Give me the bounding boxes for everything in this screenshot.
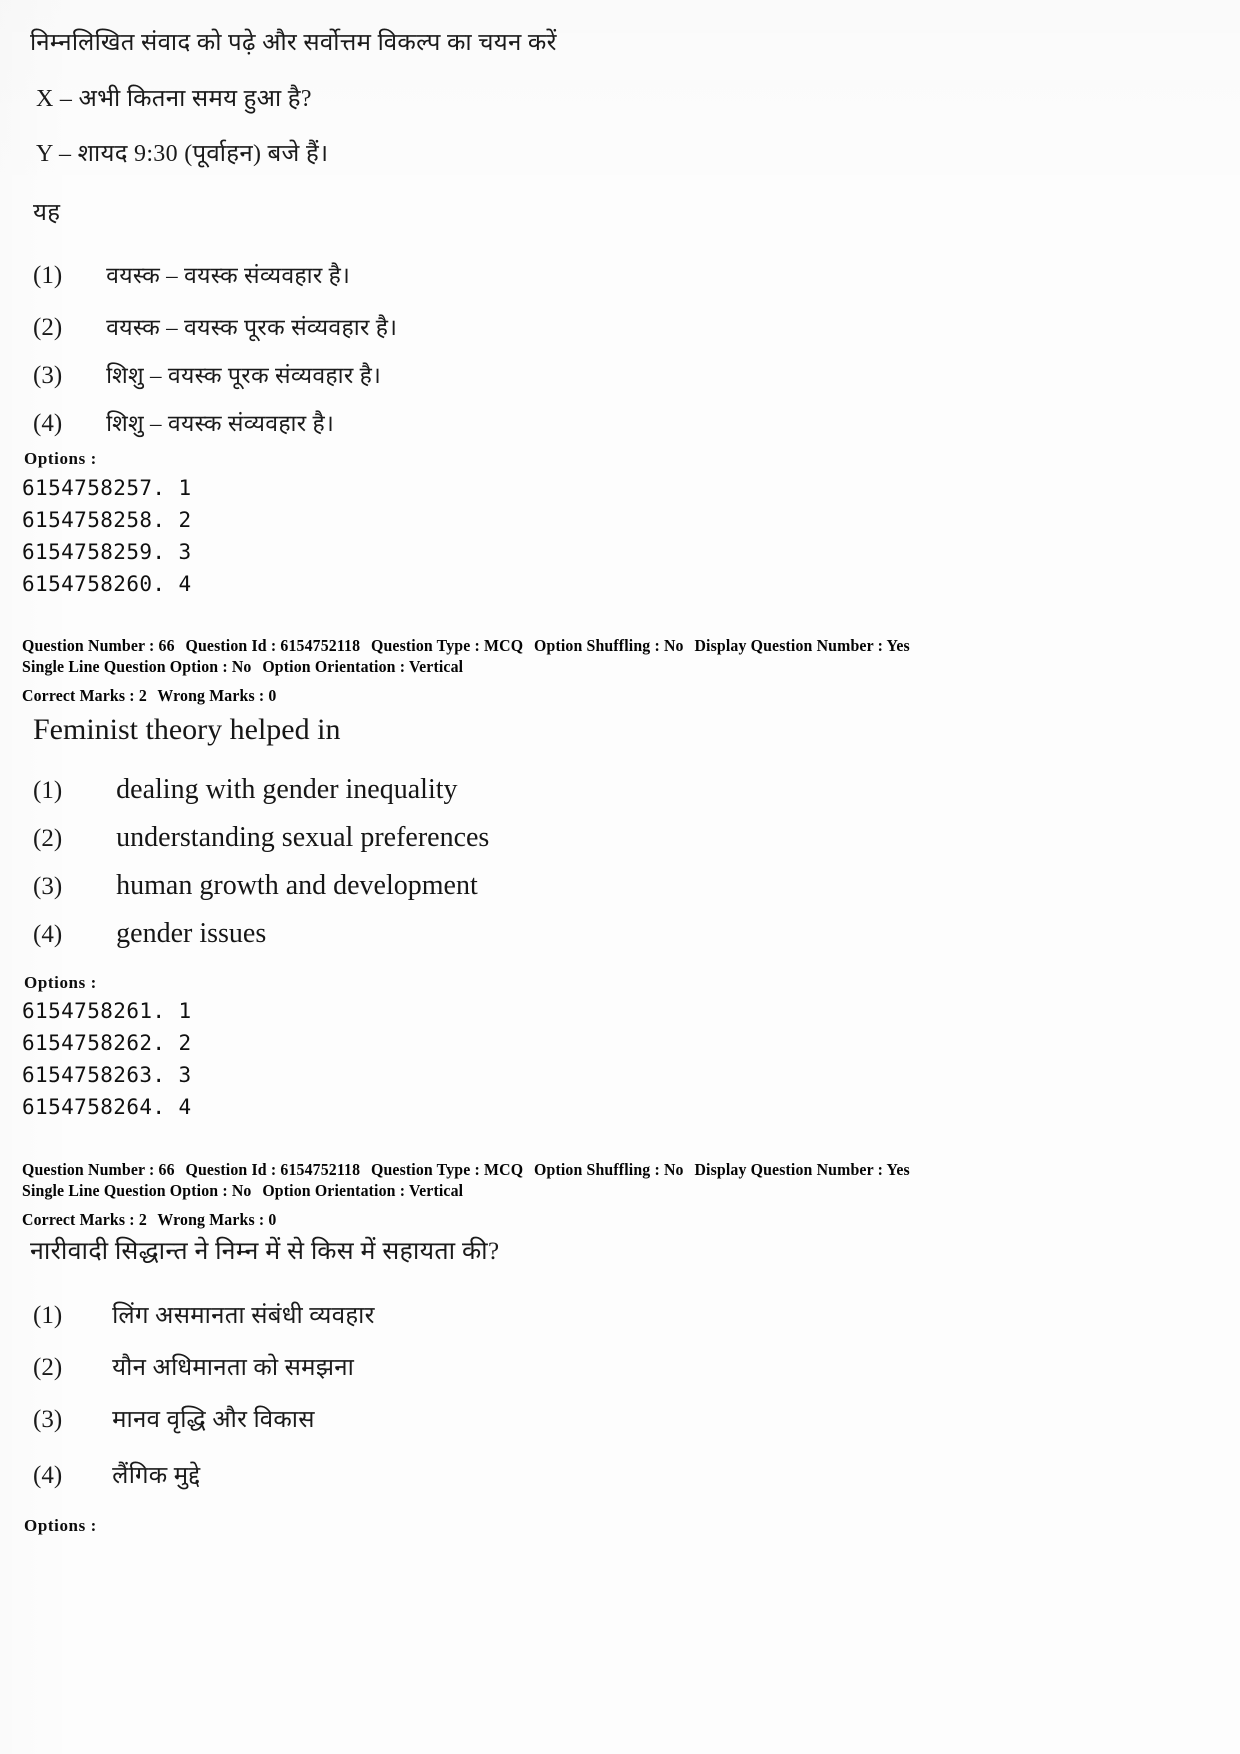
options-label-question-65: Options :	[24, 449, 97, 468]
question-66-english-option-2[interactable]: (2) understanding sexual preferences	[33, 822, 489, 854]
option-marker: (4)	[33, 1462, 63, 1489]
option-marker: (3)	[33, 362, 63, 389]
question-65-dialogue-line-1: X – अभी कितना समय हुआ है?	[36, 86, 312, 112]
question-66-hindi-option-3[interactable]: (3) मानव वृद्धि और विकास	[33, 1402, 315, 1435]
option-id-2-question-66: 6154758262. 2	[22, 1031, 192, 1055]
question-66-english-option-4[interactable]: (4) gender issues	[33, 918, 266, 950]
meta-question-number-label: Question Number :	[22, 636, 155, 655]
option-id-3-question-66: 6154758263. 3	[22, 1063, 192, 1087]
metadata-line-3: Correct Marks : 2 Wrong Marks : 0	[22, 685, 910, 706]
option-label: understanding sexual preferences	[116, 822, 490, 853]
meta-wrong-marks-value: 0	[268, 686, 277, 706]
meta-display-question-number-label: Display Question Number :	[694, 636, 884, 655]
question-metadata-block-2: Question Number : 66 Question Id : 61547…	[22, 1159, 947, 1230]
meta-option-shuffling-value: No	[663, 636, 684, 655]
meta-single-line-question-option-label: Single Line Question Option :	[22, 1181, 228, 1201]
question-metadata-block-1: Question Number : 66 Question Id : 61547…	[22, 635, 947, 706]
option-label: human growth and development	[116, 870, 478, 901]
metadata-line-2: Single Line Question Option : No Option …	[22, 656, 910, 677]
meta-wrong-marks-value: 0	[268, 1210, 277, 1230]
options-label-question-66-english: Options :	[24, 973, 97, 992]
meta-question-id-label: Question Id :	[185, 636, 277, 655]
question-66-hindi-option-2[interactable]: (2) यौन अधिमानता को समझना	[33, 1350, 354, 1383]
meta-correct-marks-value: 2	[138, 686, 147, 706]
question-66-english-option-1[interactable]: (1) dealing with gender inequality	[33, 774, 458, 806]
option-label: यौन अधिमानता को समझना	[112, 1355, 355, 1381]
meta-question-number-value: 66	[158, 636, 175, 655]
metadata-line-3: Correct Marks : 2 Wrong Marks : 0	[22, 1209, 910, 1230]
option-label: dealing with gender inequality	[116, 774, 458, 805]
meta-single-line-question-option-value: No	[231, 1181, 252, 1201]
metadata-line-1: Question Number : 66 Question Id : 61547…	[22, 635, 910, 656]
option-marker: (2)	[33, 825, 63, 852]
question-65-lead-in: यह	[33, 200, 61, 226]
option-id-1-question-66: 6154758261. 1	[22, 999, 192, 1023]
option-id-4-question-65: 6154758260. 4	[22, 572, 192, 596]
option-label: वयस्क – वयस्क पूरक संव्यवहार है।	[106, 315, 398, 340]
option-marker: (1)	[33, 262, 63, 289]
options-label-question-66-hindi: Options :	[24, 1516, 97, 1535]
option-label: gender issues	[116, 918, 267, 949]
meta-question-type-value: MCQ	[484, 636, 524, 655]
option-marker: (4)	[33, 921, 63, 948]
question-65-dialogue-line-2: Y – शायद 9:30 (पूर्वाहन) बजे हैं।	[36, 141, 329, 167]
meta-correct-marks-label: Correct Marks :	[22, 1210, 135, 1230]
meta-single-line-question-option-value: No	[231, 657, 252, 677]
question-66-hindi-option-4[interactable]: (4) लैंगिक मुद्दे	[33, 1458, 200, 1491]
option-label: शिशु – वयस्क संव्यवहार है।	[106, 411, 335, 436]
option-label: वयस्क – वयस्क संव्यवहार है।	[106, 263, 351, 288]
meta-display-question-number-value: Yes	[886, 636, 910, 655]
meta-option-orientation-label: Option Orientation :	[262, 657, 406, 677]
metadata-line-1: Question Number : 66 Question Id : 61547…	[22, 1159, 910, 1180]
option-marker: (4)	[33, 410, 63, 437]
meta-correct-marks-value: 2	[138, 1210, 147, 1230]
option-marker: (2)	[33, 1354, 63, 1381]
option-marker: (3)	[33, 1406, 63, 1433]
meta-display-question-number-value: Yes	[886, 1160, 910, 1179]
option-marker: (2)	[33, 314, 63, 341]
question-65-instruction: निम्नलिखित संवाद को पढ़े और सर्वोत्तम वि…	[30, 30, 557, 56]
meta-display-question-number-label: Display Question Number :	[694, 1160, 884, 1179]
meta-question-id-label: Question Id :	[185, 1160, 277, 1179]
meta-question-id-value: 6154752118	[280, 1160, 361, 1179]
meta-question-id-value: 6154752118	[280, 636, 361, 655]
option-id-2-question-65: 6154758258. 2	[22, 508, 192, 532]
question-65-option-4[interactable]: (4) शिशु – वयस्क संव्यवहार है।	[33, 406, 334, 438]
option-id-4-question-66: 6154758264. 4	[22, 1095, 192, 1119]
meta-option-orientation-label: Option Orientation :	[262, 1181, 406, 1201]
meta-single-line-question-option-label: Single Line Question Option :	[22, 657, 228, 677]
meta-question-type-label: Question Type :	[370, 636, 480, 655]
meta-wrong-marks-label: Wrong Marks :	[157, 686, 265, 706]
meta-option-orientation-value: Vertical	[408, 1181, 464, 1201]
meta-question-number-label: Question Number :	[22, 1160, 155, 1179]
meta-wrong-marks-label: Wrong Marks :	[157, 1210, 265, 1230]
meta-question-type-value: MCQ	[484, 1160, 524, 1179]
question-66-english-stem: Feminist theory helped in	[33, 713, 341, 746]
question-65-option-2[interactable]: (2) वयस्क – वयस्क पूरक संव्यवहार है।	[33, 310, 397, 342]
question-66-hindi-option-1[interactable]: (1) लिंग असमानता संबंधी व्यवहार	[33, 1298, 375, 1331]
exam-paper-page: निम्नलिखित संवाद को पढ़े और सर्वोत्तम वि…	[0, 0, 1240, 1754]
question-66-english-option-3[interactable]: (3) human growth and development	[33, 870, 478, 902]
option-label: लिंग असमानता संबंधी व्यवहार	[112, 1303, 375, 1329]
option-label: लैंगिक मुद्दे	[112, 1463, 201, 1489]
option-id-3-question-65: 6154758259. 3	[22, 540, 192, 564]
meta-correct-marks-label: Correct Marks :	[22, 686, 135, 706]
meta-option-orientation-value: Vertical	[408, 657, 464, 677]
meta-option-shuffling-value: No	[663, 1160, 684, 1179]
option-label: शिशु – वयस्क पूरक संव्यवहार है।	[106, 363, 382, 388]
metadata-line-2: Single Line Question Option : No Option …	[22, 1180, 910, 1201]
meta-question-number-value: 66	[158, 1160, 175, 1179]
option-label: मानव वृद्धि और विकास	[112, 1407, 315, 1433]
option-marker: (1)	[33, 1302, 63, 1329]
question-66-hindi-stem: नारीवादी सिद्धान्त ने निम्न में से किस म…	[30, 1238, 500, 1265]
meta-question-type-label: Question Type :	[370, 1160, 480, 1179]
option-marker: (1)	[33, 777, 63, 804]
option-marker: (3)	[33, 873, 63, 900]
option-id-1-question-65: 6154758257. 1	[22, 476, 192, 500]
meta-option-shuffling-label: Option Shuffling :	[534, 1160, 660, 1179]
question-65-option-3[interactable]: (3) शिशु – वयस्क पूरक संव्यवहार है।	[33, 358, 381, 390]
meta-option-shuffling-label: Option Shuffling :	[534, 636, 660, 655]
question-65-option-1[interactable]: (1) वयस्क – वयस्क संव्यवहार है।	[33, 258, 350, 290]
